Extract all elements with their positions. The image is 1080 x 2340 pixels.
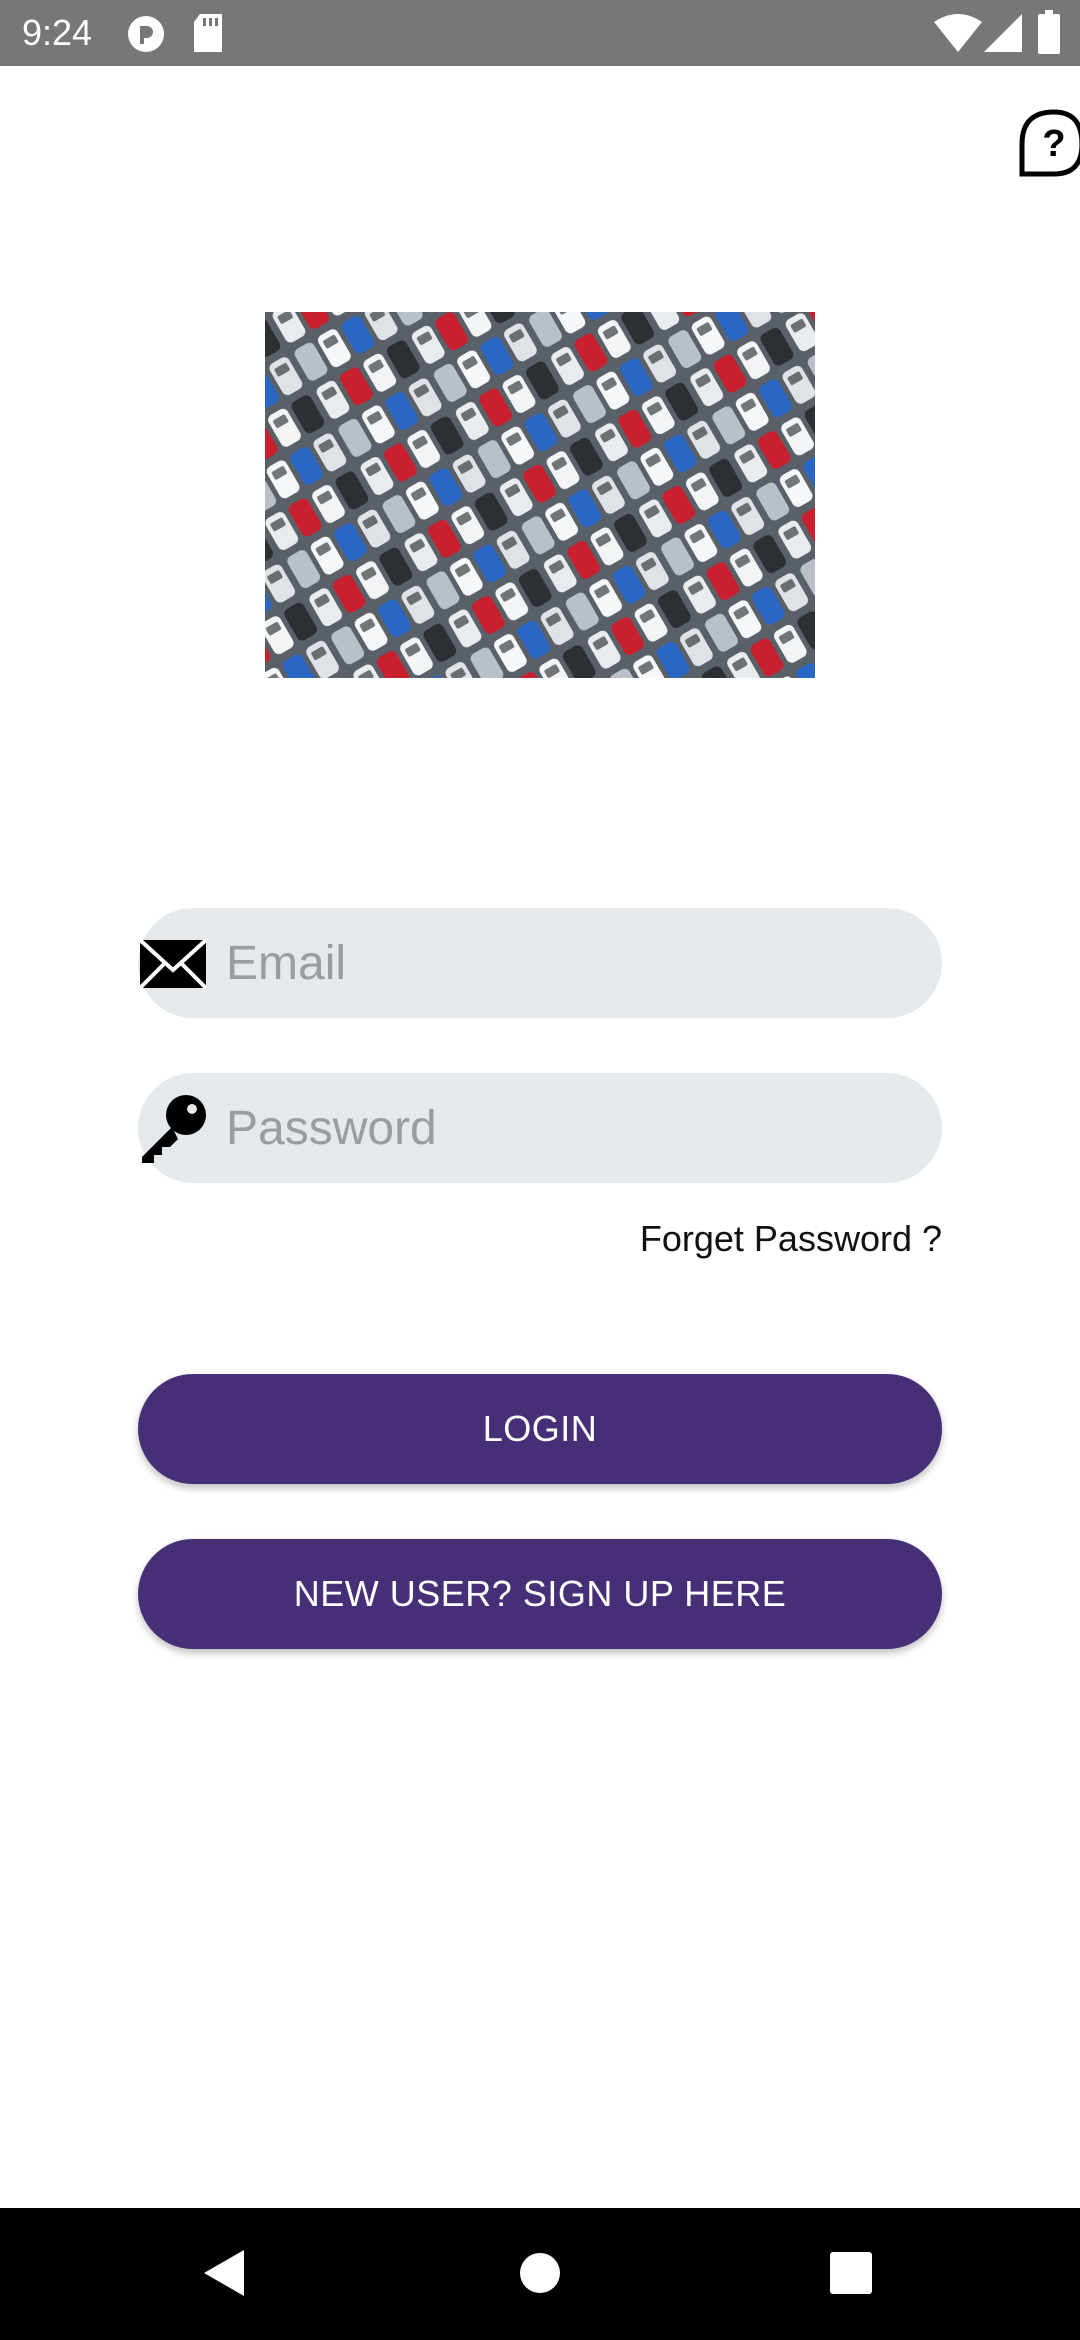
key-icon	[142, 1095, 206, 1163]
status-bar: 9:24	[0, 0, 1080, 66]
recents-icon[interactable]	[830, 2252, 872, 2294]
login-button[interactable]: LOGIN	[138, 1374, 942, 1484]
password-input[interactable]	[226, 1073, 906, 1183]
envelope-icon	[138, 938, 208, 990]
forgot-password-link[interactable]: Forget Password ?	[640, 1216, 942, 1262]
help-button[interactable]: ?	[1016, 108, 1080, 178]
home-icon[interactable]	[519, 2252, 561, 2294]
help-question-icon: ?	[1019, 109, 1080, 177]
back-icon[interactable]	[204, 2250, 244, 2296]
password-field[interactable]	[138, 1073, 942, 1183]
cellular-signal-icon	[984, 14, 1022, 52]
wifi-icon	[934, 14, 982, 52]
signup-button[interactable]: NEW USER? SIGN UP HERE	[138, 1539, 942, 1649]
parking-lot-cars-photo	[265, 312, 815, 678]
status-time: 9:24	[22, 12, 93, 53]
battery-icon	[1038, 10, 1060, 54]
help-question-glyph: ?	[1042, 123, 1065, 165]
email-input[interactable]	[226, 908, 906, 1018]
pocket-casts-icon	[128, 16, 164, 52]
navigation-bar	[0, 2208, 1080, 2340]
email-field[interactable]	[138, 908, 942, 1018]
sd-card-icon	[194, 14, 222, 52]
